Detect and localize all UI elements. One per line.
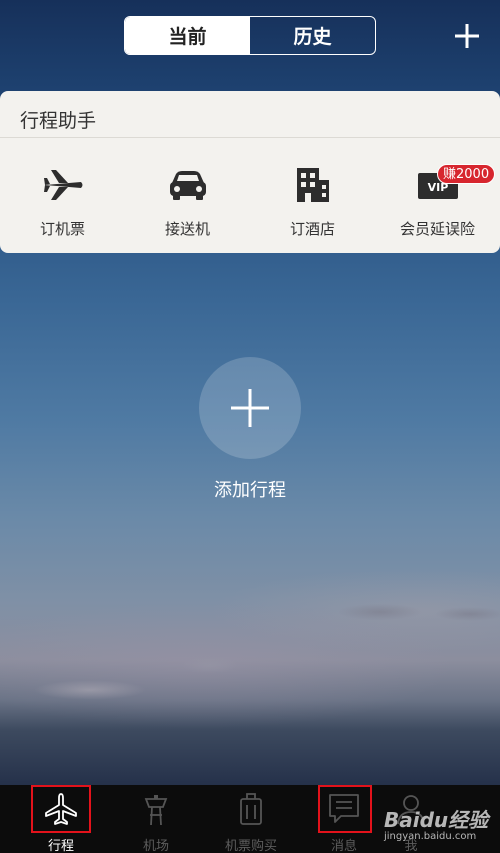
- tool-label: 订酒店: [289, 220, 335, 238]
- plus-icon[interactable]: [453, 22, 481, 50]
- airplane-icon: [43, 170, 82, 200]
- tab-label: 行程: [47, 839, 74, 853]
- highlight-box-messages: [318, 785, 372, 833]
- plus-icon: [231, 389, 269, 427]
- luggage-icon: [240, 793, 262, 825]
- baidu-watermark: Baidu经验 jingyan.baidu.com: [380, 800, 500, 850]
- watermark-url: jingyan.baidu.com: [384, 831, 477, 842]
- tab-label: 机票购买: [224, 839, 277, 853]
- book-hotel-button[interactable]: 订酒店: [250, 138, 375, 253]
- car-icon: [169, 171, 206, 200]
- add-trip-button[interactable]: [199, 357, 301, 459]
- card-title: 行程助手: [20, 110, 97, 132]
- watermark-main: Baidu经验: [384, 808, 489, 832]
- book-flight-button[interactable]: 订机票: [0, 138, 125, 253]
- tool-label: 订机票: [39, 220, 85, 238]
- hotel-building-icon: [296, 168, 329, 202]
- trip-assistant-card: 行程助手 订机票 接送机 订酒店 VIP 会员延误险: [0, 91, 500, 253]
- delay-insurance-button[interactable]: VIP 会员延误险: [375, 138, 500, 253]
- control-tower-icon: [144, 795, 168, 826]
- tab-history[interactable]: 历史: [250, 17, 375, 54]
- tab-label: 机场: [142, 839, 169, 853]
- tool-label: 会员延误险: [399, 220, 475, 238]
- reward-badge: 赚2000: [437, 164, 496, 184]
- airport-transfer-button[interactable]: 接送机: [125, 138, 250, 253]
- tab-label: 消息: [330, 839, 357, 853]
- highlight-box-trips: [31, 785, 91, 833]
- tool-label: 接送机: [164, 220, 210, 238]
- tab-buy-tickets[interactable]: 机票购买: [210, 785, 292, 853]
- add-trip-label: 添加行程: [214, 480, 286, 501]
- tab-current[interactable]: 当前: [125, 17, 250, 54]
- assistant-tools: 订机票 接送机 订酒店 VIP 会员延误险: [0, 138, 500, 253]
- tab-airport[interactable]: 机场: [115, 785, 197, 853]
- trip-segment-control: 当前 历史: [124, 16, 376, 55]
